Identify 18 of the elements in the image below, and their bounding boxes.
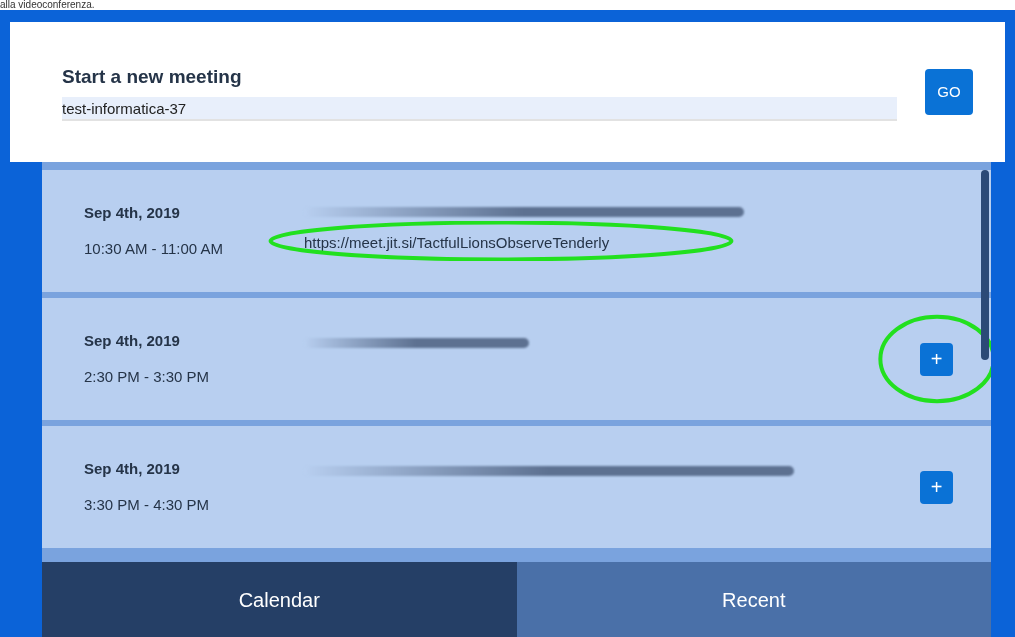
- section-title: Start a new meeting: [62, 64, 243, 89]
- meeting-date: Sep 4th, 2019: [84, 458, 181, 479]
- go-button[interactable]: GO: [925, 69, 973, 115]
- caption-text: alla videoconferenza.: [0, 0, 95, 10]
- meeting-card[interactable]: Sep 4th, 2019 3:30 PM - 4:30 PM +: [42, 426, 991, 548]
- meeting-card[interactable]: Sep 4th, 2019 10:30 AM - 11:00 AM https://meet.jit.si/TactfulLionsObserveTenderly: [42, 170, 991, 292]
- meeting-card[interactable]: Sep 4th, 2019 2:30 PM - 3:30 PM +: [42, 298, 991, 420]
- meeting-time: 3:30 PM - 4:30 PM: [84, 495, 211, 515]
- meeting-time: 10:30 AM - 11:00 AM: [84, 239, 224, 259]
- add-button[interactable]: +: [920, 342, 953, 376]
- tab[interactable]: Recent: [516, 562, 991, 637]
- scrollbar-thumb[interactable]: [981, 170, 989, 360]
- meeting-name-field[interactable]: test-informatica-37: [62, 97, 897, 122]
- meeting-date: Sep 4th, 2019: [84, 202, 181, 223]
- meeting-date: Sep 4th, 2019: [84, 330, 181, 351]
- add-button[interactable]: +: [920, 470, 953, 504]
- tab[interactable]: Calendar: [42, 562, 517, 637]
- meeting-time: 2:30 PM - 3:30 PM: [84, 367, 211, 387]
